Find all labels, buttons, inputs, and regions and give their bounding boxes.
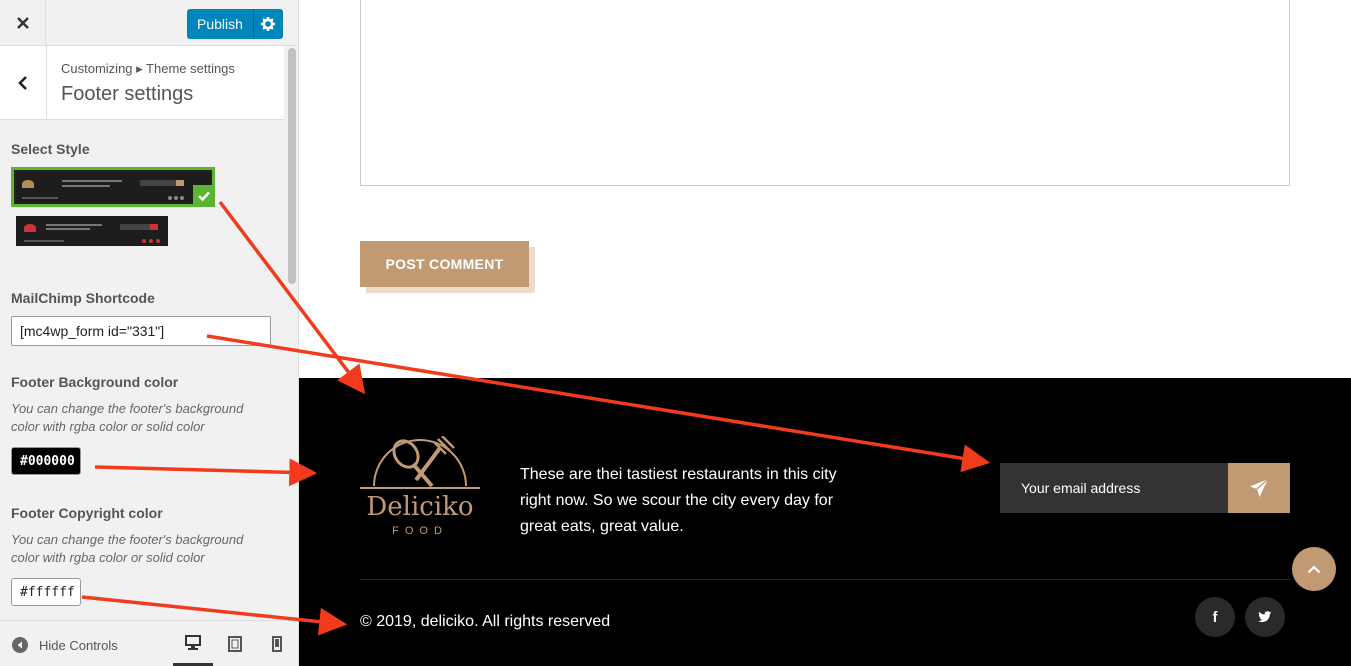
mini-text (24, 240, 64, 242)
preview-desktop-button[interactable] (173, 621, 213, 666)
preview-mobile-button[interactable] (257, 621, 297, 666)
footer-logo: Deliciko FOOD (360, 436, 480, 542)
select-style-title: Select Style (11, 141, 90, 157)
footer-copyright: © 2019, deliciko. All rights reserved (360, 613, 611, 630)
logo-subtitle: FOOD (392, 525, 448, 537)
preview-tablet-button[interactable] (215, 621, 255, 666)
facebook-icon: f (1212, 608, 1218, 626)
footer-bg-color-desc: You can change the footer's background c… (11, 401, 244, 434)
mini-text (22, 197, 58, 199)
publish-label: Publish (197, 16, 243, 32)
footer-copyright-color-title: Footer Copyright color (11, 505, 163, 521)
customizer-header: Publish (0, 0, 298, 46)
publish-button[interactable]: Publish (187, 9, 283, 39)
newsletter-submit-button[interactable] (1228, 463, 1290, 513)
mini-dot (149, 239, 153, 243)
section-title: Footer settings (61, 83, 194, 105)
footer-style-option-1[interactable] (11, 167, 215, 207)
mini-logo (22, 180, 34, 188)
post-comment-button[interactable]: POST COMMENT (360, 241, 529, 287)
customizer-footer-controls: Hide Controls (0, 620, 298, 666)
back-button[interactable] (0, 46, 47, 120)
mini-button (150, 224, 158, 230)
twitter-icon (1258, 611, 1272, 623)
mini-text (46, 224, 102, 226)
style-preview (16, 172, 210, 202)
newsletter-email-input[interactable]: Your email address (1000, 463, 1228, 513)
comment-textarea[interactable] (360, 0, 1290, 186)
publish-separator (253, 9, 254, 39)
mobile-icon (272, 636, 282, 652)
footer-bg-color-picker[interactable]: #000000 (11, 447, 81, 475)
sidebar-scrollbar[interactable] (286, 46, 298, 620)
chevron-left-icon (18, 76, 27, 90)
mini-dot (156, 239, 160, 243)
chevron-up-icon (1307, 564, 1321, 573)
gear-icon[interactable] (260, 16, 276, 32)
breadcrumb: Customizing ▸ Theme settings (61, 61, 235, 76)
footer-copyright-color-picker[interactable]: #ffffff (11, 578, 81, 606)
footer-bg-color-title: Footer Background color (11, 374, 179, 390)
facebook-link[interactable]: f (1195, 597, 1235, 637)
tablet-icon (228, 636, 242, 652)
footer-style-option-2[interactable] (16, 216, 168, 246)
mini-input (120, 224, 150, 230)
mailchimp-title: MailChimp Shortcode (11, 290, 155, 306)
close-icon (16, 17, 29, 29)
mini-logo (24, 224, 36, 232)
spoon-fork-logo-icon (360, 436, 480, 489)
mini-dot (174, 196, 178, 200)
hide-controls-label: Hide Controls (39, 637, 118, 653)
section-header: Customizing ▸ Theme settings Footer sett… (0, 46, 284, 120)
site-preview: POST COMMENT Deliciko FOOD These are the… (299, 0, 1351, 666)
twitter-link[interactable]: t (1245, 597, 1285, 637)
footer-divider (360, 579, 1290, 580)
mini-dot (180, 196, 184, 200)
hide-controls-button[interactable]: Hide Controls (12, 637, 118, 653)
scroll-to-top-button[interactable] (1292, 547, 1336, 591)
paper-plane-icon (1250, 478, 1269, 497)
mini-dot (168, 196, 172, 200)
mailchimp-shortcode-input[interactable] (11, 316, 271, 346)
mini-text (62, 185, 110, 187)
mini-input (140, 180, 176, 186)
logo-name: Deliciko (366, 492, 474, 522)
mini-text (46, 228, 90, 230)
site-footer: Deliciko FOOD These are thei tastiest re… (299, 378, 1351, 666)
selected-check (193, 185, 215, 207)
close-button[interactable] (0, 0, 46, 46)
check-icon (198, 191, 210, 201)
scroll-thumb[interactable] (288, 48, 296, 284)
mini-text (62, 180, 122, 182)
footer-description: These are thei tastiest restaurants in t… (520, 466, 837, 535)
mini-button (176, 180, 184, 186)
collapse-icon (12, 637, 28, 653)
footer-copyright-color-desc: You can change the footer's background c… (11, 532, 244, 565)
desktop-icon (185, 634, 201, 650)
mini-dot (142, 239, 146, 243)
customizer-sidebar: Publish Customizing ▸ Theme settings Foo… (0, 0, 299, 666)
